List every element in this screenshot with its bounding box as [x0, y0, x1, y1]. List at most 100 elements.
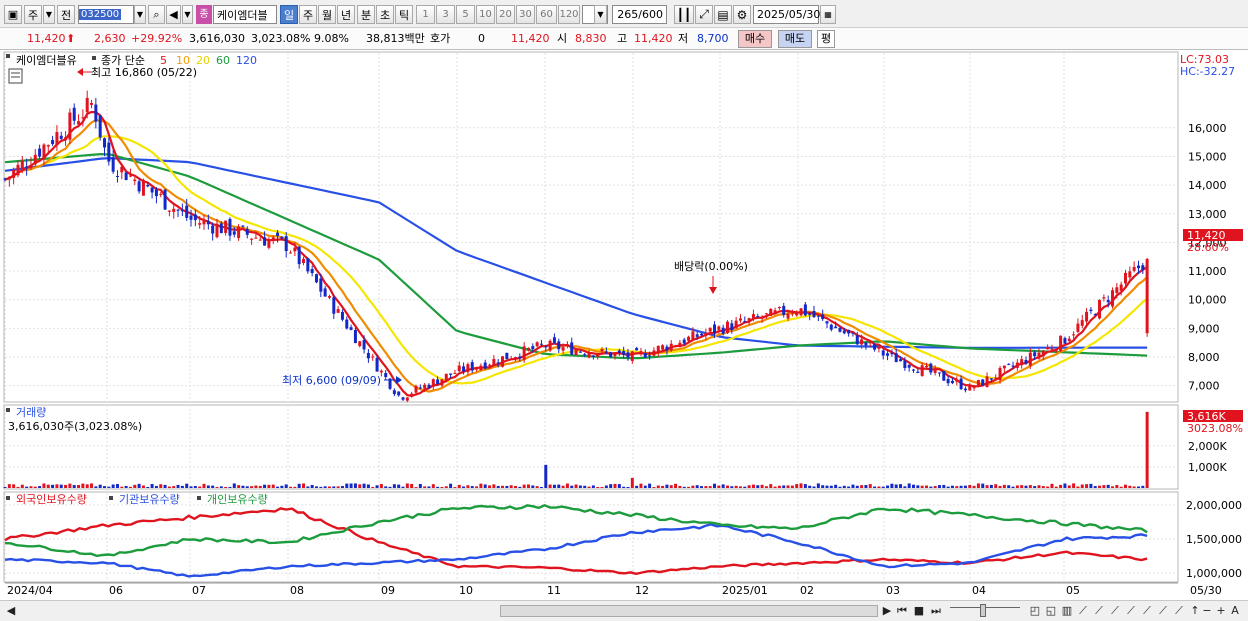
draw-line-icon-6[interactable]: ⟋ — [1156, 603, 1170, 619]
candle-count-field[interactable]: 265/600 — [612, 5, 667, 24]
date-input[interactable]: 2025/05/30 — [753, 5, 820, 24]
prev-button[interactable]: 전 — [57, 5, 75, 24]
holdings-marker-icon — [6, 496, 10, 500]
candle-body — [150, 187, 154, 193]
period-1-button[interactable]: 1 — [416, 5, 435, 24]
zoom-slider-handle[interactable] — [980, 604, 986, 617]
volume-bar — [94, 486, 98, 488]
chart-toggle-icon[interactable] — [8, 68, 23, 84]
draw-line-icon-5[interactable]: ⟋ — [1140, 603, 1154, 619]
jump-first-icon[interactable]: ⏮ — [895, 603, 909, 619]
stop-icon[interactable]: ■ — [912, 603, 926, 619]
volume-bar — [496, 485, 500, 488]
volume-bar — [1119, 486, 1123, 488]
period-5-button[interactable]: 5 — [456, 5, 475, 24]
volume-bar — [276, 486, 280, 488]
tool-icon-3[interactable]: ▥ — [1060, 603, 1074, 619]
period-3-button[interactable]: 3 — [436, 5, 455, 24]
candle-body — [795, 312, 799, 316]
period-custom-dropdown-icon[interactable]: ▼ — [594, 5, 607, 24]
window-menu-icon[interactable]: ▣ — [4, 5, 22, 24]
trade-amount: 38,813백만 — [366, 32, 425, 45]
period-20-button[interactable]: 20 — [496, 5, 515, 24]
gear-icon[interactable]: ⚙ — [733, 5, 751, 24]
period-month-button[interactable]: 월 — [318, 5, 336, 24]
volume-bar — [669, 485, 673, 488]
candle-body — [449, 373, 453, 375]
period-30-button[interactable]: 30 — [516, 5, 535, 24]
jump-last-icon[interactable]: ⏭ — [929, 603, 943, 619]
sell-button[interactable]: 매도 — [778, 30, 812, 48]
period-120-button[interactable]: 120 — [558, 5, 580, 24]
candlestick-type-icon[interactable]: ┃┃ — [674, 5, 694, 24]
stock-code-input[interactable]: 032500 — [79, 9, 122, 20]
volume-bar — [107, 486, 111, 488]
tool-icon-1[interactable]: ◰ — [1028, 603, 1042, 619]
search-icon[interactable]: ⌕ — [148, 5, 165, 24]
candle-body — [327, 296, 331, 298]
volume-bar — [769, 484, 773, 488]
period-day-button[interactable]: 일 — [280, 5, 298, 24]
market-type-button[interactable]: 주 — [24, 5, 42, 24]
candle-body — [297, 246, 301, 265]
stock-code-field[interactable]: 032500 — [78, 5, 134, 24]
volume-bar — [924, 485, 928, 488]
volume-bar — [128, 486, 132, 488]
candle-body — [860, 339, 864, 345]
font-icon[interactable]: A — [1228, 603, 1242, 619]
candle-body — [375, 357, 379, 372]
draw-line-icon[interactable]: ⟋ — [1076, 603, 1090, 619]
volume-bar — [825, 485, 829, 488]
buy-button[interactable]: 매수 — [738, 30, 772, 48]
draw-tool-icon[interactable]: ⤢ — [695, 5, 713, 24]
candle-body — [154, 189, 158, 197]
scroll-right-icon[interactable]: ▶ — [880, 603, 894, 619]
candle-body — [674, 345, 678, 347]
volume-bar — [453, 487, 457, 488]
volume-bar — [444, 486, 448, 488]
candle-body — [1067, 338, 1071, 342]
draw-line-icon-3[interactable]: ⟋ — [1108, 603, 1122, 619]
stock-code-dropdown-icon[interactable]: ▼ — [134, 5, 146, 24]
volume-bar — [799, 483, 803, 488]
candle-count-input[interactable]: 265 — [617, 8, 638, 21]
candle-body — [868, 342, 872, 344]
period-week-button[interactable]: 주 — [299, 5, 317, 24]
chart-scrollbar[interactable]: ◀ ▶ ⏮ ■ ⏭ ◰ ◱ ▥ ⟋ ⟋ ⟋ ⟋ ⟋ ⟋ ⟋ ↑ − + A — [0, 600, 1248, 621]
volume-bar — [682, 486, 686, 488]
period-year-button[interactable]: 년 — [337, 5, 355, 24]
sound-dropdown-icon[interactable]: ▼ — [182, 5, 193, 24]
scroll-left-icon[interactable]: ◀ — [4, 603, 18, 619]
zoom-in-icon[interactable]: + — [1214, 603, 1228, 619]
tool-icon-2[interactable]: ◱ — [1044, 603, 1058, 619]
save-icon[interactable]: ▤ — [714, 5, 732, 24]
eval-button[interactable]: 평 — [817, 30, 835, 48]
draw-line-icon-2[interactable]: ⟋ — [1092, 603, 1106, 619]
speaker-icon[interactable]: ◀ — [166, 5, 181, 24]
price-tick-label: 11,000 — [1188, 265, 1227, 278]
period-60-button[interactable]: 60 — [536, 5, 557, 24]
volume-bar — [3, 487, 7, 488]
volume-bar — [293, 486, 297, 488]
zoom-out-icon[interactable]: − — [1200, 603, 1214, 619]
candle-body — [345, 319, 349, 329]
period-minute-button[interactable]: 분 — [357, 5, 375, 24]
current-price: 11,420 — [27, 32, 66, 45]
period-tick-button[interactable]: 틱 — [395, 5, 413, 24]
market-type-dropdown-icon[interactable]: ▼ — [43, 5, 55, 24]
hoga-value: 0 — [478, 32, 485, 45]
candle-body — [133, 179, 137, 182]
date-picker-icon[interactable]: ▦ — [820, 5, 836, 24]
candle-body — [509, 358, 513, 360]
period-10-button[interactable]: 10 — [476, 5, 495, 24]
candle-body — [159, 194, 163, 196]
period-second-button[interactable]: 초 — [376, 5, 394, 24]
volume-bar — [150, 483, 154, 488]
draw-line-icon-4[interactable]: ⟋ — [1124, 603, 1138, 619]
draw-line-icon-7[interactable]: ⟋ — [1172, 603, 1186, 619]
volume-bar — [847, 486, 851, 488]
scroll-thumb[interactable] — [500, 605, 878, 617]
high-value: 11,420 — [634, 32, 673, 45]
volume-bar — [674, 483, 678, 488]
quote-bar: 11,420 ⬆ 2,630 +29.92% 3,616,030 3,023.0… — [0, 28, 1248, 50]
